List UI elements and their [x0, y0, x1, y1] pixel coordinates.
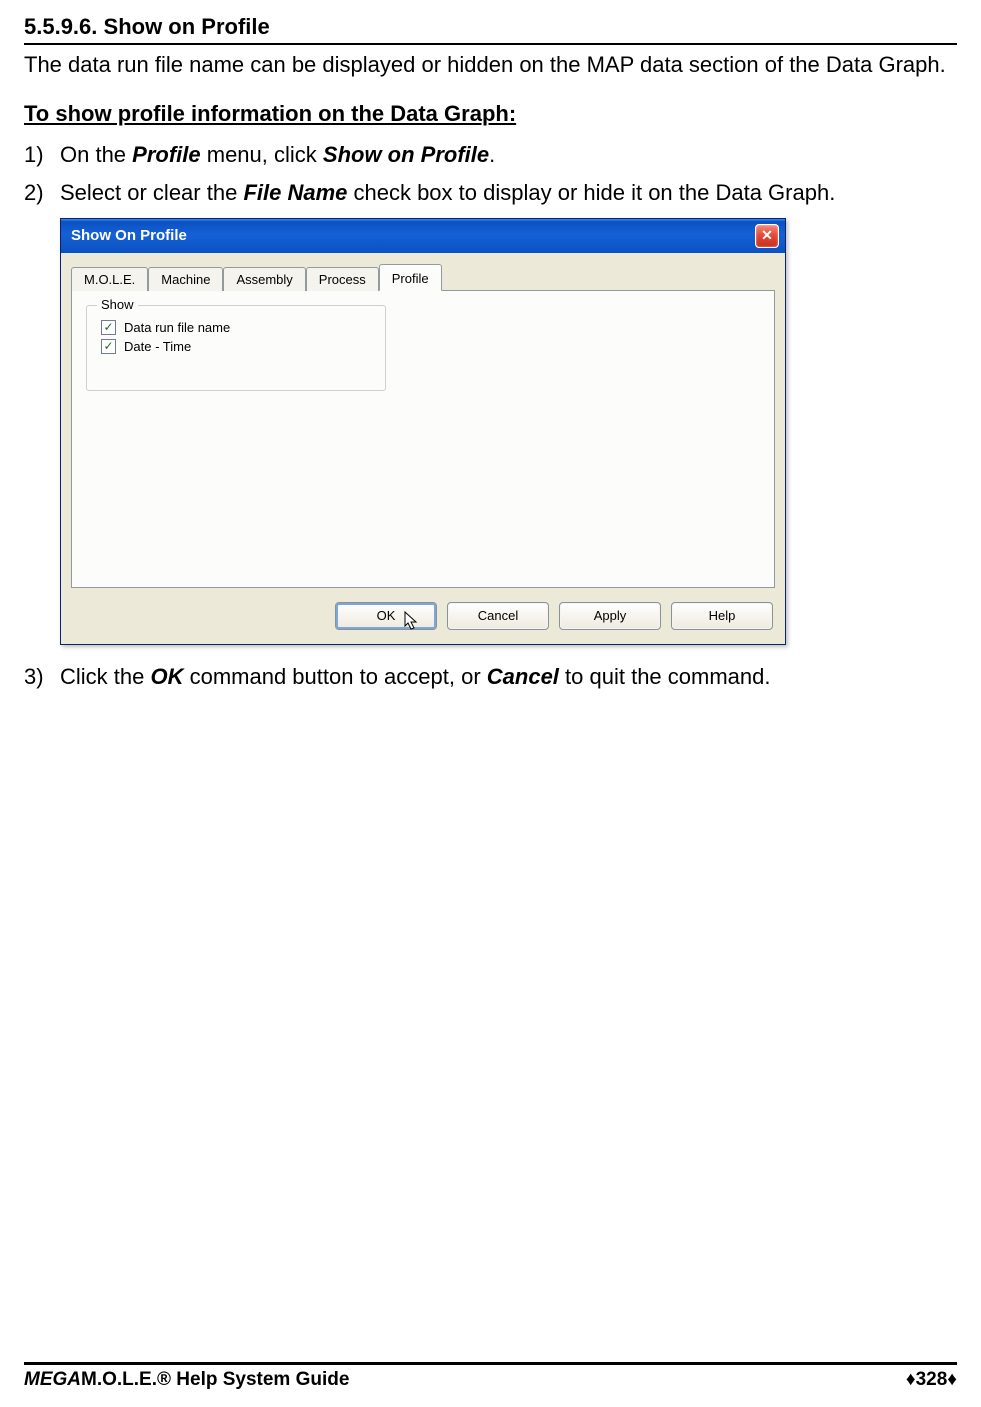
groupbox-legend: Show	[97, 297, 138, 312]
checkbox-icon[interactable]: ✓	[101, 339, 116, 354]
page-footer: MEGAM.O.L.E.® Help System Guide ♦328♦	[24, 1362, 957, 1391]
checkbox-label: Date - Time	[124, 339, 191, 354]
footer-title: MEGAM.O.L.E.® Help System Guide	[24, 1369, 349, 1391]
ok-button[interactable]: OK	[335, 602, 437, 630]
dialog-screenshot: Show On Profile ✕ M.O.L.E. Machine Assem…	[24, 218, 957, 645]
section-title: Show on Profile	[104, 14, 270, 39]
step-number: 1)	[24, 141, 44, 170]
step-list: 1) On the Profile menu, click Show on Pr…	[24, 141, 957, 208]
dialog-titlebar[interactable]: Show On Profile ✕	[61, 219, 785, 253]
section-rule	[24, 43, 957, 45]
dialog-body: M.O.L.E. Machine Assembly Process Profil…	[61, 253, 785, 644]
tab-process[interactable]: Process	[306, 267, 379, 291]
close-button[interactable]: ✕	[755, 224, 779, 248]
cancel-button[interactable]: Cancel	[447, 602, 549, 630]
tab-profile[interactable]: Profile	[379, 264, 442, 291]
help-button[interactable]: Help	[671, 602, 773, 630]
footer-rule	[24, 1362, 957, 1365]
checkbox-icon[interactable]: ✓	[101, 320, 116, 335]
step-number: 3)	[24, 663, 44, 692]
tab-panel-profile: Show ✓ Data run file name ✓ Date - Time	[71, 290, 775, 588]
section-heading: 5.5.9.6. Show on Profile	[24, 14, 957, 42]
footer-page: ♦328♦	[906, 1369, 957, 1391]
step-text: On the Profile menu, click Show on Profi…	[60, 142, 495, 167]
tab-strip: M.O.L.E. Machine Assembly Process Profil…	[71, 263, 775, 290]
sub-heading: To show profile information on the Data …	[24, 101, 957, 127]
intro-paragraph: The data run file name can be displayed …	[24, 51, 957, 79]
dialog-title: Show On Profile	[71, 227, 755, 244]
checkbox-row-date-time[interactable]: ✓ Date - Time	[87, 337, 385, 356]
step-number: 2)	[24, 179, 44, 208]
groupbox-show: Show ✓ Data run file name ✓ Date - Time	[86, 305, 386, 391]
step-1: 1) On the Profile menu, click Show on Pr…	[60, 141, 957, 170]
dialog-button-row: OK Cancel Apply Help	[71, 602, 775, 630]
checkbox-row-data-run-file-name[interactable]: ✓ Data run file name	[87, 318, 385, 337]
apply-button[interactable]: Apply	[559, 602, 661, 630]
tab-mole[interactable]: M.O.L.E.	[71, 267, 148, 291]
close-icon: ✕	[761, 227, 773, 244]
tab-machine[interactable]: Machine	[148, 267, 223, 291]
dialog-window: Show On Profile ✕ M.O.L.E. Machine Assem…	[60, 218, 786, 645]
step-2: 2) Select or clear the File Name check b…	[60, 179, 957, 208]
checkbox-label: Data run file name	[124, 320, 230, 335]
step-text: Select or clear the File Name check box …	[60, 180, 835, 205]
section-number: 5.5.9.6.	[24, 14, 97, 39]
step-3: 3) Click the OK command button to accept…	[60, 663, 957, 692]
cursor-icon	[404, 611, 418, 631]
tab-assembly[interactable]: Assembly	[223, 267, 305, 291]
step-text: Click the OK command button to accept, o…	[60, 664, 770, 689]
step-list-continued: 3) Click the OK command button to accept…	[24, 663, 957, 692]
